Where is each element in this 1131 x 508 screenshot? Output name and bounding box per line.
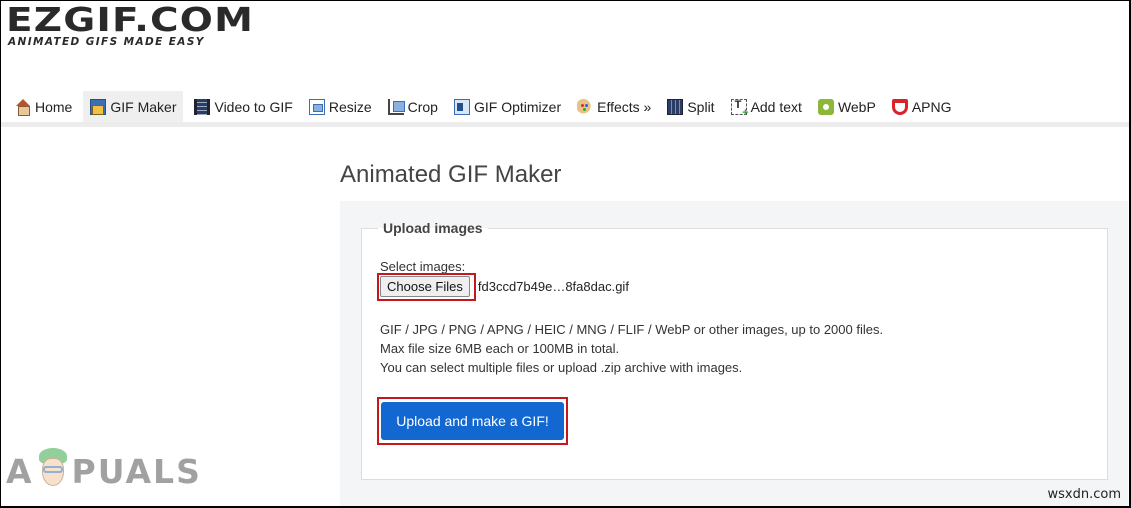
- page-title: Animated GIF Maker: [340, 161, 562, 188]
- nav-item-label: Split: [687, 98, 715, 115]
- nav-item-split[interactable]: Split: [662, 91, 719, 122]
- file-input[interactable]: Choose Files fd3ccd7b49e…8fa8dac.gif: [380, 276, 629, 297]
- site-watermark: wsxdn.com: [1047, 487, 1122, 502]
- nav-item-label: Add text: [750, 98, 802, 115]
- upload-info: GIF / JPG / PNG / APNG / HEIC / MNG / FL…: [380, 320, 883, 377]
- info-line-size: Max file size 6MB each or 100MB in total…: [380, 341, 620, 356]
- nav-item-video-to-gif[interactable]: Video to GIF: [189, 91, 297, 122]
- upload-fieldset: Upload images Select images: Choose File…: [361, 220, 1108, 480]
- nav-item-label: APNG: [911, 98, 952, 115]
- watermark-letter-a: A: [6, 451, 34, 491]
- crop-icon: [387, 98, 405, 115]
- mascot-icon: [36, 448, 70, 494]
- nav-item-label: Resize: [328, 98, 372, 115]
- upload-panel: Upload images Select images: Choose File…: [340, 201, 1128, 506]
- nav-divider: [1, 122, 1129, 127]
- nav-item-label: GIF Maker: [110, 98, 177, 115]
- main-nav: Home GIF Maker Video to GIF Resize Crop …: [10, 91, 963, 122]
- nav-item-gif-maker[interactable]: GIF Maker: [83, 91, 184, 122]
- appuals-watermark: A PUALS: [6, 448, 202, 494]
- nav-item-label: Crop: [407, 98, 438, 115]
- optimizer-icon: [453, 98, 470, 115]
- nav-item-add-text[interactable]: Add text: [726, 91, 807, 122]
- nav-item-home[interactable]: Home: [10, 91, 77, 122]
- nav-item-apng[interactable]: APNG: [887, 91, 957, 122]
- nav-item-gif-optimizer[interactable]: GIF Optimizer: [449, 91, 566, 122]
- site-logo[interactable]: EZGIF.COM ANIMATED GIFS MADE EASY: [6, 3, 253, 48]
- nav-item-label: Home: [35, 98, 73, 115]
- nav-item-resize[interactable]: Resize: [304, 91, 377, 122]
- logo-text: EZGIF.COM: [6, 0, 255, 39]
- palette-icon: [577, 98, 594, 115]
- webp-icon: [817, 98, 834, 115]
- nav-item-crop[interactable]: Crop: [383, 91, 443, 122]
- info-line-multiple: You can select multiple files or upload …: [380, 360, 743, 375]
- nav-item-label: Effects »: [597, 98, 652, 115]
- split-icon: [667, 98, 684, 115]
- upload-make-gif-button[interactable]: Upload and make a GIF!: [381, 402, 564, 440]
- nav-item-label: Video to GIF: [214, 98, 293, 115]
- upload-legend: Upload images: [378, 220, 488, 236]
- select-images-label: Select images:: [380, 259, 466, 274]
- nav-item-effects[interactable]: Effects »: [572, 91, 656, 122]
- apng-icon: [891, 98, 908, 115]
- watermark-letters-puals: PUALS: [71, 451, 202, 491]
- choose-files-button[interactable]: Choose Files: [380, 276, 470, 297]
- home-icon: [15, 98, 31, 116]
- nav-item-label: GIF Optimizer: [473, 98, 562, 115]
- add-text-icon: [730, 98, 749, 119]
- info-line-formats: GIF / JPG / PNG / APNG / HEIC / MNG / FL…: [380, 322, 884, 337]
- nav-item-webp[interactable]: WebP: [813, 91, 881, 122]
- resize-icon: [308, 98, 325, 115]
- film-icon: [194, 98, 211, 115]
- nav-item-label: WebP: [837, 98, 876, 115]
- gif-maker-icon: [90, 98, 107, 115]
- selected-file-name: fd3ccd7b49e…8fa8dac.gif: [477, 279, 629, 294]
